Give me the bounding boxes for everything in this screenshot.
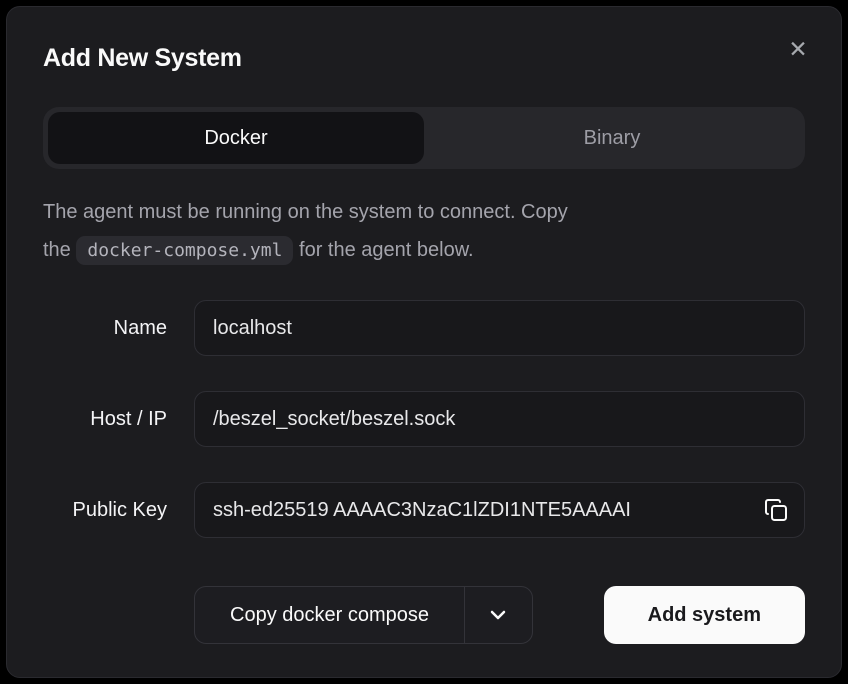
- tab-binary[interactable]: Binary: [424, 112, 800, 164]
- copy-docker-compose-button[interactable]: Copy docker compose: [195, 587, 464, 643]
- description-line2-before: the: [43, 239, 71, 261]
- public-key-field-row: Public Key ssh-ed25519 AAAAC3NzaC1lZDI1N…: [43, 482, 805, 538]
- copy-compose-dropdown-button[interactable]: [464, 587, 532, 643]
- name-label: Name: [43, 317, 167, 340]
- tab-docker[interactable]: Docker: [48, 112, 424, 164]
- description-line2-after: for the agent below.: [299, 239, 474, 261]
- footer-spacer: [43, 586, 167, 644]
- dialog-description: The agent must be running on the system …: [43, 193, 805, 270]
- copy-public-key-button[interactable]: [757, 491, 795, 529]
- name-input[interactable]: [194, 300, 805, 356]
- copy-icon: [764, 498, 788, 522]
- tab-bar: Docker Binary: [43, 107, 805, 169]
- add-system-dialog: Add New System ✕ Docker Binary The agent…: [6, 6, 842, 678]
- footer-actions: Copy docker compose Add system: [194, 586, 805, 644]
- copy-compose-split-button: Copy docker compose: [194, 586, 533, 644]
- public-key-input[interactable]: ssh-ed25519 AAAAC3NzaC1lZDI1NTE5AAAAI: [194, 482, 805, 538]
- close-icon: ✕: [788, 37, 807, 63]
- name-field-row: Name: [43, 300, 805, 356]
- public-key-label: Public Key: [43, 499, 167, 522]
- docker-compose-code: docker-compose.yml: [76, 236, 293, 265]
- description-line1: The agent must be running on the system …: [43, 201, 568, 223]
- host-field-row: Host / IP: [43, 391, 805, 447]
- chevron-down-icon: [486, 603, 510, 627]
- host-label: Host / IP: [43, 408, 167, 431]
- close-button[interactable]: ✕: [781, 33, 815, 67]
- dialog-title: Add New System: [43, 41, 805, 75]
- dialog-footer: Copy docker compose Add system: [43, 586, 805, 644]
- host-input[interactable]: [194, 391, 805, 447]
- add-system-button[interactable]: Add system: [604, 586, 805, 644]
- add-system-form: Name Host / IP Public Key ssh-ed25519 AA…: [43, 300, 805, 538]
- public-key-value: ssh-ed25519 AAAAC3NzaC1lZDI1NTE5AAAAI: [213, 499, 752, 522]
